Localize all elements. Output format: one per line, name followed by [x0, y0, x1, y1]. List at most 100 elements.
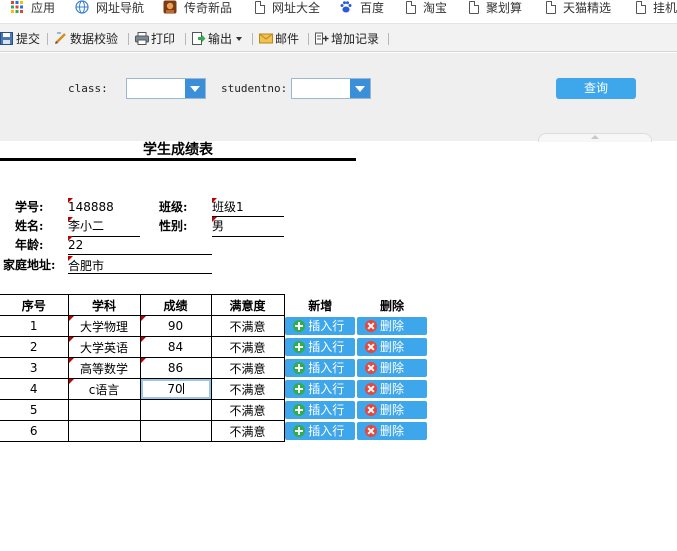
- chevron-down-icon[interactable]: [350, 79, 370, 98]
- subject-cell[interactable]: 高等数学: [67, 357, 141, 379]
- close-icon: [365, 362, 377, 374]
- page-icon: [469, 1, 479, 14]
- delete-cell: 删除: [356, 316, 428, 337]
- insert-row-button[interactable]: 插入行: [285, 422, 356, 440]
- name-value: 李小二: [68, 219, 105, 233]
- print-label: 打印: [151, 32, 176, 46]
- row-no: 5: [0, 399, 68, 421]
- subject-cell[interactable]: 大学物理: [67, 315, 141, 337]
- delete-row-button[interactable]: 删除: [357, 338, 427, 356]
- score-cell[interactable]: 90: [139, 315, 212, 337]
- student-no-label: 学号:: [15, 200, 44, 214]
- score-cell-editing[interactable]: 70: [139, 378, 212, 400]
- plus-icon: [293, 341, 306, 353]
- bookmark-tmall[interactable]: 天猫精选: [546, 0, 611, 24]
- title-underline: [0, 158, 356, 161]
- insert-row-button[interactable]: 插入行: [285, 338, 356, 356]
- address-value: 合肥市: [68, 259, 105, 273]
- chevron-down-icon[interactable]: [185, 79, 205, 98]
- score-cell[interactable]: [139, 420, 212, 442]
- delete-row-button[interactable]: 删除: [357, 380, 427, 398]
- bookmark-apps[interactable]: 应用: [10, 0, 55, 24]
- row-no: 2: [0, 336, 68, 358]
- bookmark-baidu[interactable]: 百度: [339, 0, 384, 24]
- collapse-toggle[interactable]: [538, 133, 652, 142]
- export-dropdown[interactable]: 输出: [192, 30, 243, 48]
- header-add: 新增: [308, 298, 333, 313]
- page-icon: [636, 1, 646, 14]
- bookmark-nav[interactable]: 网址导航: [75, 0, 144, 24]
- delete-row-label: 删除: [380, 340, 405, 354]
- insert-row-button[interactable]: 插入行: [285, 359, 356, 377]
- satisfaction-cell[interactable]: 不满意: [210, 357, 285, 379]
- delete-cell: 删除: [356, 379, 428, 400]
- bookmark-idle[interactable]: 挂机: [636, 0, 677, 24]
- subject-cell[interactable]: 大学英语: [67, 336, 141, 358]
- score-value: 84: [167, 340, 184, 354]
- print-button[interactable]: 打印: [135, 30, 175, 48]
- envelope-icon: [259, 33, 273, 44]
- subject-cell[interactable]: c语言: [67, 378, 141, 400]
- delete-row-label: 删除: [380, 424, 405, 438]
- page-icon: [406, 1, 416, 14]
- delete-cell: 删除: [356, 337, 428, 358]
- export-label: 输出: [208, 32, 233, 46]
- close-icon: [365, 383, 377, 395]
- cell-marker-icon: [68, 337, 74, 342]
- bookmark-juhuasuan[interactable]: 聚划算: [469, 0, 522, 24]
- plus-icon: [293, 362, 306, 374]
- delete-cell: 删除: [356, 421, 428, 442]
- toolbar-divider: [47, 33, 48, 45]
- submit-button[interactable]: 提交: [0, 30, 40, 48]
- score-table: 序号 学科 成绩 满意度 新增 删除 1 大学物理 90 不满意 插入行 删除 …: [0, 294, 429, 442]
- studentno-combobox[interactable]: [291, 78, 371, 99]
- bookmark-label: 聚划算: [486, 1, 523, 15]
- score-edit-input[interactable]: 70: [140, 379, 211, 399]
- delete-row-button[interactable]: 删除: [357, 422, 427, 440]
- globe-icon: [75, 0, 89, 14]
- subject-cell[interactable]: [67, 399, 141, 421]
- field-underline: [212, 216, 284, 217]
- insert-row-button[interactable]: 插入行: [285, 317, 356, 335]
- toolbar-divider: [388, 33, 389, 45]
- satisfaction-cell[interactable]: 不满意: [210, 378, 285, 400]
- delete-row-button[interactable]: 删除: [357, 401, 427, 419]
- page-icon: [546, 1, 556, 14]
- insert-row-button[interactable]: 插入行: [285, 401, 356, 419]
- bookmark-label: 网址导航: [96, 1, 145, 15]
- plus-icon: [293, 320, 306, 332]
- bookmark-legend[interactable]: 传奇新品: [163, 0, 232, 24]
- class-field-label: 班级:: [159, 200, 188, 214]
- toolbar-divider: [185, 33, 186, 45]
- apps-grid-icon: [11, 1, 23, 13]
- score-cell[interactable]: [139, 399, 212, 421]
- cell-marker-icon: [68, 358, 74, 363]
- toolbar-divider: [128, 33, 129, 45]
- report-title: 学生成绩表: [143, 142, 213, 158]
- validate-button[interactable]: 数据校验: [54, 30, 118, 48]
- baidu-paw-icon: [340, 1, 352, 13]
- score-cell[interactable]: 84: [139, 336, 212, 358]
- age-value: 22: [68, 238, 84, 252]
- mail-button[interactable]: 邮件: [259, 30, 299, 48]
- delete-row-button[interactable]: 删除: [357, 317, 427, 335]
- subject-cell[interactable]: [67, 420, 141, 442]
- add-record-button[interactable]: 增加记录: [315, 30, 379, 48]
- class-combobox[interactable]: [126, 78, 206, 99]
- satisfaction-cell[interactable]: 不满意: [210, 399, 285, 421]
- satisfaction-cell[interactable]: 不满意: [210, 336, 285, 358]
- close-icon: [365, 341, 377, 353]
- gender-label: 性别:: [159, 219, 188, 233]
- satisfaction-cell[interactable]: 不满意: [210, 315, 285, 337]
- bookmark-label: 挂机: [653, 1, 677, 15]
- bookmark-taobao[interactable]: 淘宝: [406, 0, 447, 24]
- delete-row-button[interactable]: 删除: [357, 359, 427, 377]
- score-cell[interactable]: 86: [139, 357, 212, 379]
- delete-row-label: 删除: [380, 382, 405, 396]
- insert-row-label: 插入行: [308, 382, 345, 396]
- bookmark-directory[interactable]: 网址大全: [255, 0, 320, 24]
- insert-row-button[interactable]: 插入行: [285, 380, 356, 398]
- satisfaction-cell[interactable]: 不满意: [210, 420, 285, 442]
- row-no: 1: [0, 315, 68, 337]
- query-button[interactable]: 查询: [556, 78, 636, 99]
